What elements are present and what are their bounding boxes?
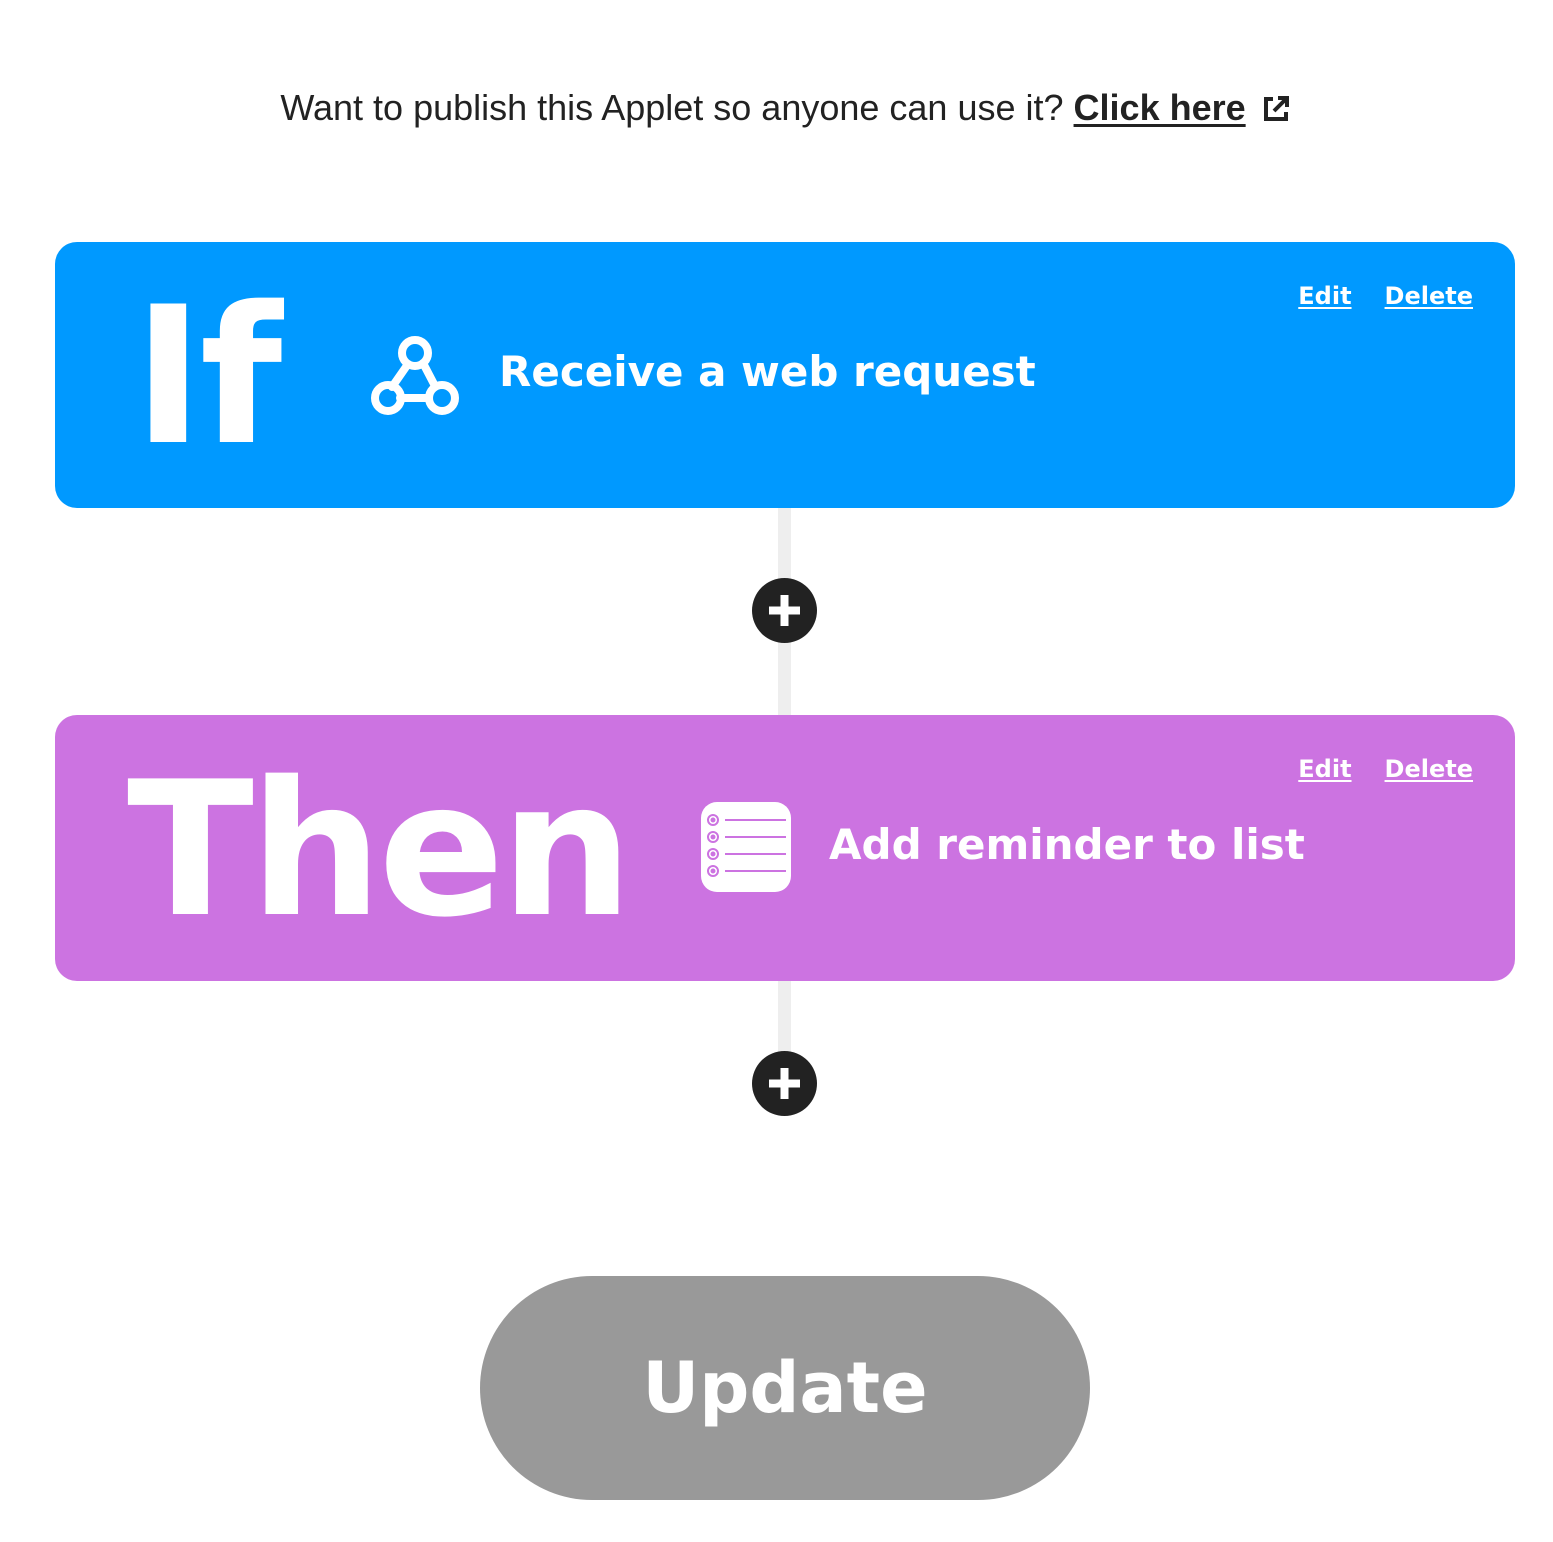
plus-icon (769, 595, 800, 626)
action-delete-link[interactable]: Delete (1385, 755, 1473, 783)
update-button-label: Update (642, 1347, 928, 1429)
if-keyword: If (133, 266, 282, 487)
connector-line-bottom (778, 981, 791, 1061)
action-card-links: Edit Delete (1298, 753, 1473, 785)
action-edit-link[interactable]: Edit (1298, 755, 1351, 783)
trigger-delete-link[interactable]: Delete (1385, 282, 1473, 310)
action-card[interactable]: Then Add reminder to list Edit Delete (55, 715, 1515, 981)
trigger-action-label[interactable]: Receive a web request (499, 344, 1036, 400)
add-step-button[interactable] (752, 578, 817, 643)
then-keyword: Then (127, 741, 633, 958)
action-label[interactable]: Add reminder to list (829, 817, 1305, 873)
webhooks-icon (365, 330, 465, 430)
update-button[interactable]: Update (480, 1276, 1090, 1500)
trigger-edit-link[interactable]: Edit (1298, 282, 1351, 310)
external-link-icon[interactable] (1262, 87, 1290, 121)
trigger-card[interactable]: If Receive a web request Edit Delete (55, 242, 1515, 508)
add-step-button[interactable] (752, 1051, 817, 1116)
plus-icon (769, 1068, 800, 1099)
reminders-list-icon (700, 801, 792, 893)
publish-prompt: Want to publish this Applet so anyone ca… (0, 84, 1553, 132)
publish-link[interactable]: Click here (1074, 87, 1246, 128)
publish-prompt-text: Want to publish this Applet so anyone ca… (280, 87, 1064, 128)
trigger-card-links: Edit Delete (1298, 280, 1473, 312)
